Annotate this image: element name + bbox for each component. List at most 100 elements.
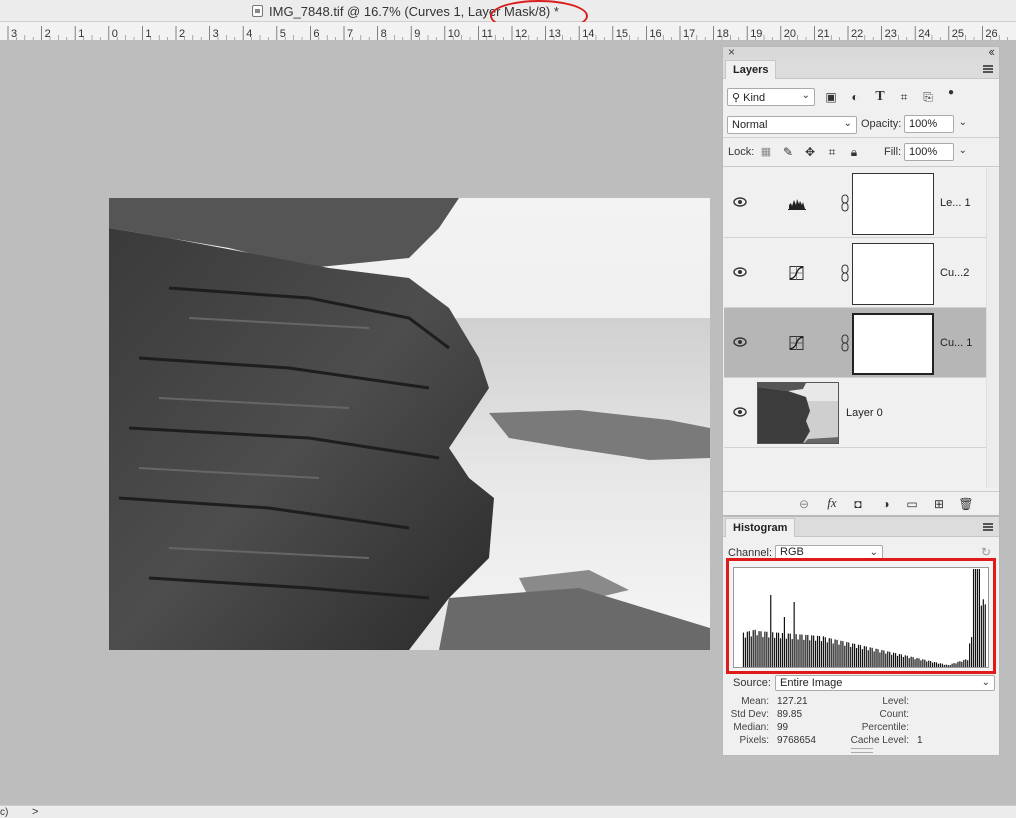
histogram-bar <box>748 631 750 667</box>
histogram-bar <box>813 635 815 667</box>
horizontal-ruler[interactable]: 3 2 1 0 1 2 3 4 5 6 7 8 9 10 11 12 13 14 15 16 17 18 19 20 21 22 2… <box>0 22 1016 41</box>
link-icon[interactable] <box>841 334 849 352</box>
histogram-bar <box>943 664 945 667</box>
source-value: Entire Image <box>780 677 843 689</box>
tab-histogram[interactable]: Histogram <box>725 518 796 537</box>
eye-icon[interactable] <box>733 337 747 347</box>
ruler-tick-label: 5 <box>280 28 286 40</box>
histogram-bar <box>875 648 877 667</box>
adjustment-filter-icon[interactable]: ◐ <box>847 89 863 105</box>
layer-row-curves-1[interactable]: Cu... 1 <box>724 308 986 378</box>
histogram-bar <box>867 650 869 667</box>
histogram-bar <box>961 661 963 667</box>
new-adjustment-icon[interactable]: ◑ <box>878 496 894 512</box>
fill-value: 100% <box>909 146 938 158</box>
tab-layers[interactable]: Layers <box>725 60 777 79</box>
ruler-tick-label: 3 <box>213 28 219 40</box>
histogram-bar <box>918 658 920 667</box>
histogram-bar <box>857 644 860 667</box>
layer-row-curves-2[interactable]: Cu...2 <box>724 238 986 308</box>
histogram-bar <box>854 643 856 667</box>
histogram-bar <box>974 569 977 667</box>
fill-field[interactable]: 100% ⌄ <box>904 143 967 161</box>
fx-icon[interactable]: fx <box>824 495 840 511</box>
opacity-value: 100% <box>909 118 938 130</box>
panel-menu-icon[interactable] <box>983 523 993 531</box>
lock-brush-icon[interactable]: ✎ <box>780 144 796 160</box>
histogram-bar <box>820 641 823 667</box>
rock-seascape-photo <box>109 198 710 650</box>
eye-icon[interactable] <box>733 197 747 207</box>
trash-icon[interactable]: 🗑︎ <box>958 496 974 512</box>
layer-row-layer-0[interactable]: Layer 0 <box>724 378 986 448</box>
filter-toggle-icon[interactable]: ● <box>943 85 959 101</box>
histogram-graph[interactable] <box>733 567 989 668</box>
pixel-filter-icon[interactable]: ▣ <box>823 89 839 105</box>
histogram-bar <box>754 629 756 667</box>
eye-icon[interactable] <box>733 267 747 277</box>
source-select[interactable]: Entire Image ⌄ <box>775 675 995 691</box>
layer-row-levels[interactable]: Le... 1 <box>724 168 986 238</box>
lock-position-icon[interactable]: ✥ <box>802 144 818 160</box>
ruler-tick-label: 11 <box>481 28 492 40</box>
histogram-bar <box>834 639 836 667</box>
layer-name[interactable]: Le... 1 <box>940 197 971 209</box>
histogram-bar <box>965 659 967 667</box>
histogram-bar <box>902 656 904 667</box>
layer-thumbnail[interactable] <box>757 382 839 444</box>
panel-menu-icon[interactable] <box>983 65 993 73</box>
ruler-tick-label: 1 <box>78 28 84 40</box>
ruler-tick-label: 23 <box>885 28 897 40</box>
layer-mask-thumbnail-selected[interactable] <box>852 313 934 375</box>
new-group-icon[interactable]: ▭ <box>904 496 920 512</box>
close-icon[interactable]: × <box>728 45 735 59</box>
ruler-tick-label: 3 <box>11 28 17 40</box>
histogram-bar <box>963 659 965 667</box>
layers-scrollbar[interactable] <box>986 168 998 488</box>
layer-name[interactable]: Cu... 1 <box>940 337 972 349</box>
ruler-tick-label: 22 <box>851 28 863 40</box>
histogram-bar <box>906 655 908 667</box>
photo-image[interactable] <box>109 198 710 650</box>
layer-mask-thumbnail[interactable] <box>852 173 934 235</box>
layer-mask-thumbnail[interactable] <box>852 243 934 305</box>
add-mask-icon[interactable]: ◘ <box>850 496 866 512</box>
chevron-down-icon[interactable]: ⌄ <box>959 145 967 156</box>
status-arrow-button[interactable]: > <box>32 806 38 818</box>
type-filter-icon[interactable]: T <box>872 89 888 105</box>
filter-kind-select[interactable]: ⚲ Kind ⌄ <box>727 88 815 106</box>
layer-name[interactable]: Layer 0 <box>846 407 883 419</box>
histogram-bar <box>947 664 949 667</box>
layer-name[interactable]: Cu...2 <box>940 267 969 279</box>
collapse-panels-icon[interactable]: ‹‹ <box>988 44 995 59</box>
histogram-bar <box>815 640 817 667</box>
link-icon[interactable] <box>841 264 849 282</box>
histogram-bar <box>816 635 819 667</box>
histogram-bar <box>859 645 862 667</box>
ruler-tick-label: 19 <box>750 28 762 40</box>
histogram-bar <box>801 634 803 667</box>
smart-object-filter-icon[interactable]: ⎘ <box>920 89 936 105</box>
histogram-bar <box>807 635 809 667</box>
histogram-bar <box>832 643 834 667</box>
histogram-bar <box>893 652 895 667</box>
link-layers-icon[interactable]: ⊖ <box>796 496 812 512</box>
opacity-field[interactable]: 100% ⌄ <box>904 115 967 133</box>
eye-icon[interactable] <box>733 407 747 417</box>
shape-filter-icon[interactable]: ⌗ <box>896 89 912 105</box>
lock-all-icon[interactable]: 🔒︎ <box>846 144 862 160</box>
histogram-bar <box>850 646 852 667</box>
chevron-down-icon[interactable]: ⌄ <box>959 117 967 128</box>
histogram-bar <box>744 637 746 667</box>
link-icon[interactable] <box>841 194 849 212</box>
lock-artboard-icon[interactable]: ⌗ <box>824 144 840 160</box>
lock-transparent-icon[interactable]: ▦ <box>758 144 774 160</box>
ruler-tick-label: 7 <box>347 28 353 40</box>
histogram-bar <box>920 660 922 667</box>
histogram-bar <box>777 632 780 667</box>
blend-mode-select[interactable]: Normal ⌄ <box>727 116 857 134</box>
histogram-bar <box>916 657 918 667</box>
new-layer-icon[interactable]: ⊞ <box>931 496 947 512</box>
histogram-bar <box>922 659 924 667</box>
resize-grip[interactable] <box>851 748 873 753</box>
